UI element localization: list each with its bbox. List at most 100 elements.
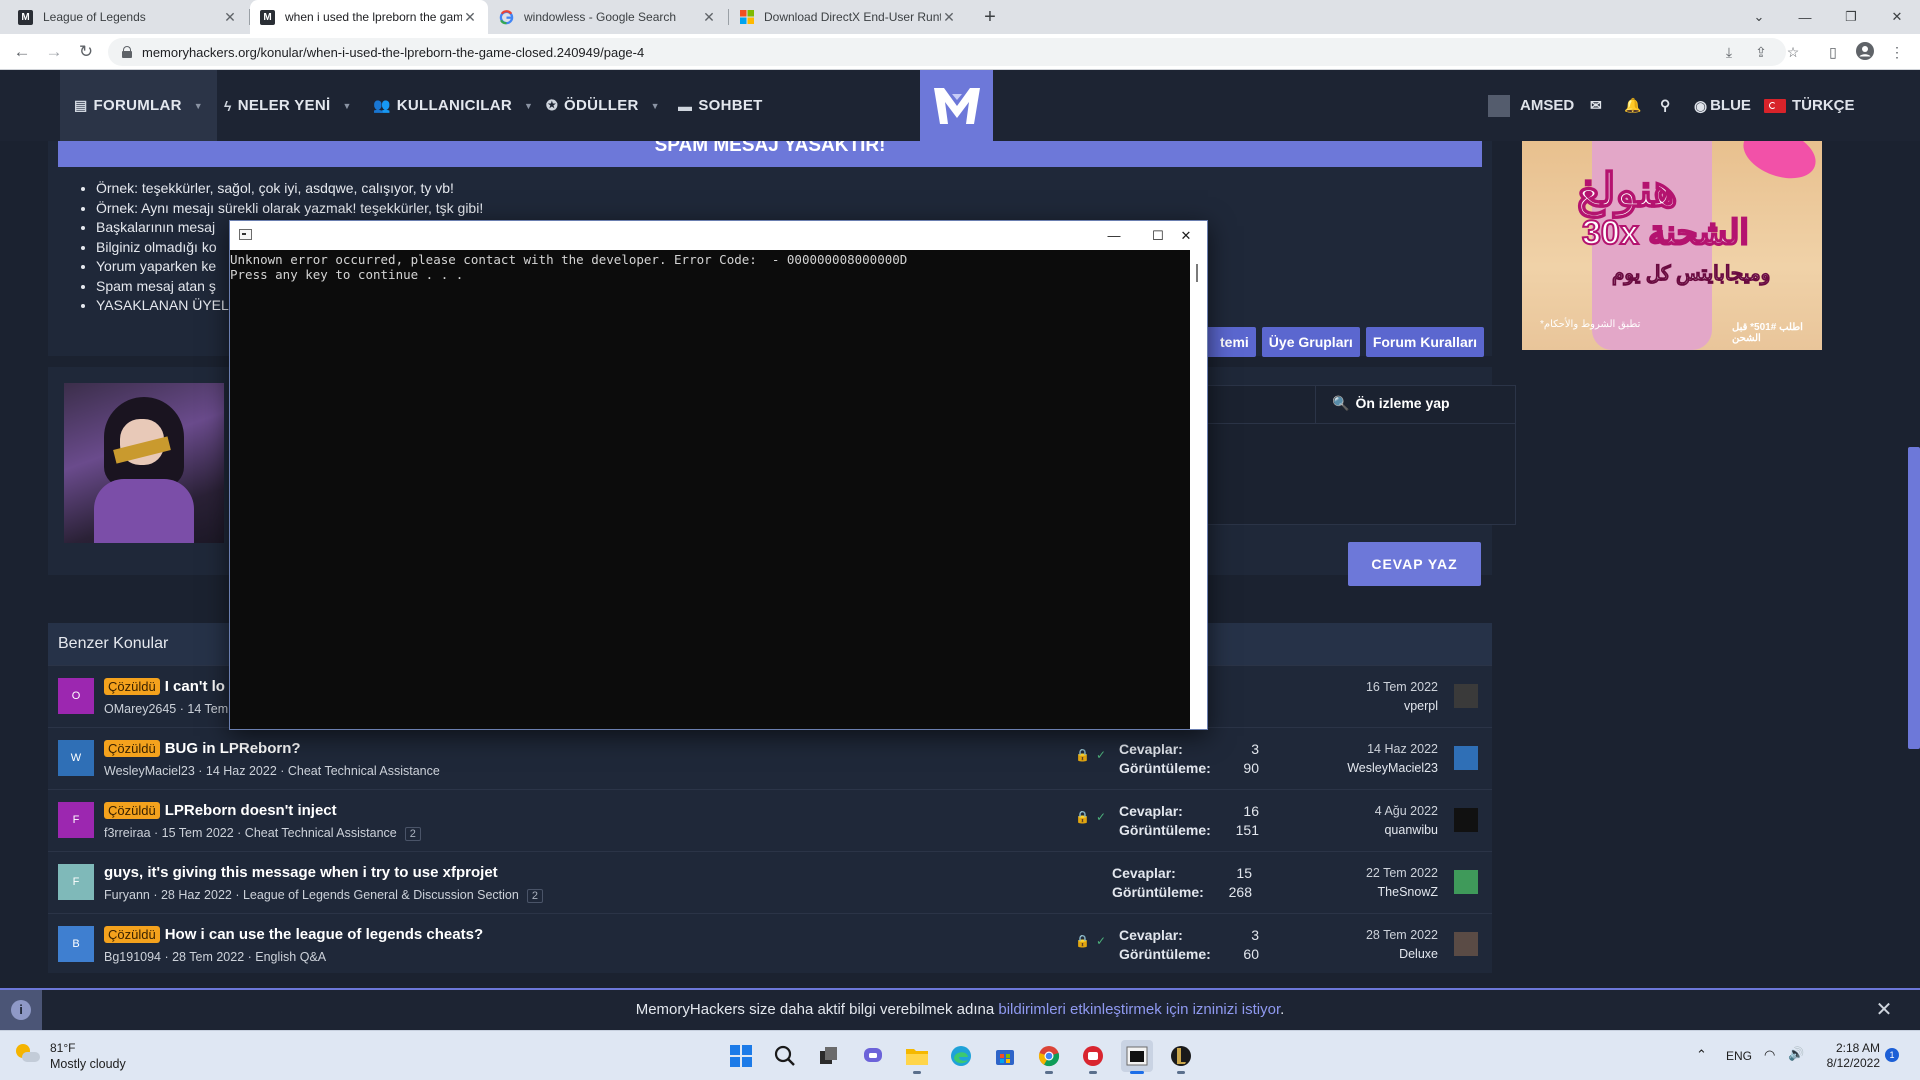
page-jump-button[interactable]: 2 <box>404 827 421 841</box>
last-post-user[interactable]: TheSnowZ <box>1298 883 1438 902</box>
last-post-date[interactable]: 22 Tem 2022 <box>1298 864 1438 883</box>
enable-notifications-link[interactable]: bildirimleri etkinleştirmek için izniniz… <box>998 1001 1280 1018</box>
search-icon[interactable] <box>769 1040 801 1072</box>
chevron-up-icon[interactable]: ⌃ <box>1696 1047 1707 1063</box>
close-window-icon[interactable]: ✕ <box>1164 221 1208 250</box>
thread-title-text[interactable]: guys, it's giving this message when i tr… <box>104 864 498 881</box>
weather-widget[interactable]: 81°F Mostly cloudy <box>14 1041 126 1071</box>
side-panel-icon[interactable]: ▯ <box>1823 42 1843 62</box>
nav-chat[interactable]: ▬ SOHBET <box>678 70 763 141</box>
install-app-icon[interactable]: ⤓ <box>1719 42 1739 62</box>
minimize-icon[interactable]: — <box>1092 221 1136 250</box>
thread-title-text[interactable]: LPReborn doesn't inject <box>165 802 337 819</box>
last-poster-avatar[interactable] <box>1454 808 1478 832</box>
last-post-date[interactable]: 4 Ağu 2022 <box>1298 802 1438 821</box>
tab-search-chevron-icon[interactable]: ⌄ <box>1736 0 1782 34</box>
wifi-icon[interactable]: ◠ <box>1764 1047 1775 1063</box>
last-poster-avatar[interactable] <box>1454 932 1478 956</box>
thread-meta-text[interactable]: WesleyMaciel23 · 14 Haz 2022 · Cheat Tec… <box>104 764 440 778</box>
nav-whats-new[interactable]: ϟ NELER YENİ ▼ <box>224 70 352 141</box>
page-scrollbar-thumb[interactable] <box>1908 447 1920 749</box>
microsoft-store-icon[interactable] <box>989 1040 1021 1072</box>
thread-author-avatar[interactable]: B <box>58 926 94 962</box>
address-bar[interactable]: memoryhackers.org/konular/when-i-used-th… <box>108 38 1786 66</box>
close-tab-icon[interactable]: ✕ <box>462 9 478 26</box>
last-post-user[interactable]: WesleyMaciel23 <box>1298 759 1438 778</box>
new-tab-button[interactable]: + <box>978 5 1002 29</box>
red-app-icon[interactable] <box>1077 1040 1109 1074</box>
thread-row[interactable]: B Çözüldü How i can use the league of lege… <box>48 913 1492 975</box>
style-chooser[interactable]: ◉ BLUE <box>1694 70 1751 141</box>
user-menu[interactable]: AMSED <box>1488 70 1574 141</box>
nav-rewards[interactable]: ✪ ÖDÜLLER ▼ <box>546 70 660 141</box>
back-arrow-icon[interactable]: ← <box>10 40 34 64</box>
thread-row[interactable]: W Çözüldü BUG in LPReborn? WesleyMaciel23 ·… <box>48 727 1492 789</box>
bell-icon[interactable]: 🔔 <box>1624 70 1641 141</box>
close-tab-icon[interactable]: ✕ <box>941 9 957 26</box>
language-chooser[interactable]: TÜRKÇE <box>1764 70 1855 141</box>
start-button[interactable] <box>725 1040 757 1072</box>
file-explorer-icon[interactable] <box>901 1040 933 1074</box>
tab-google-search[interactable]: windowless - Google Search ✕ <box>489 0 727 34</box>
minimize-icon[interactable]: — <box>1782 0 1828 34</box>
last-post-user[interactable]: Deluxe <box>1298 945 1438 964</box>
restore-icon[interactable]: ❐ <box>1828 0 1874 34</box>
close-tab-icon[interactable]: ✕ <box>222 9 238 26</box>
thread-title[interactable]: guys, it's giving this message when i tr… <box>104 864 498 881</box>
input-language[interactable]: ENG <box>1726 1049 1752 1063</box>
volume-icon[interactable]: 🔊 <box>1788 1046 1804 1062</box>
console-app-icon[interactable] <box>1121 1040 1153 1074</box>
thread-meta-text[interactable]: Furyann · 28 Haz 2022 · League of Legend… <box>104 888 519 902</box>
system-button[interactable]: temi <box>1202 327 1256 357</box>
console-title-bar[interactable]: — ☐ ✕ <box>230 221 1207 250</box>
share-icon[interactable]: ⇪ <box>1751 42 1771 62</box>
nav-users[interactable]: 👥 KULLANICILAR ▼ <box>373 70 533 141</box>
thread-title-text[interactable]: I can't lo <box>165 678 225 695</box>
thread-row[interactable]: Fguys, it's giving this message when i t… <box>48 851 1492 913</box>
clock[interactable]: 2:18 AM 8/12/2022 <box>1816 1041 1880 1071</box>
envelope-icon[interactable]: ✉ <box>1590 70 1602 141</box>
thread-row[interactable]: F Çözüldü LPReborn doesn't inject f3rreiraa… <box>48 789 1492 851</box>
console-output[interactable]: Unknown error occurred, please contact w… <box>230 250 1190 729</box>
post-reply-button[interactable]: CEVAP YAZ <box>1348 542 1481 586</box>
last-post-date[interactable]: 14 Haz 2022 <box>1298 740 1438 759</box>
task-view-icon[interactable] <box>813 1040 845 1072</box>
forward-arrow-icon[interactable]: → <box>42 40 66 64</box>
tab-directx-download[interactable]: Download DirectX End-User Runt ✕ <box>729 0 967 34</box>
close-window-icon[interactable]: ✕ <box>1874 0 1920 34</box>
chrome-icon[interactable] <box>1033 1040 1065 1074</box>
thread-title[interactable]: Çözüldü I can't lo <box>104 678 225 695</box>
edge-browser-icon[interactable] <box>945 1040 977 1072</box>
thread-title-text[interactable]: How i can use the league of legends chea… <box>165 926 483 943</box>
site-logo[interactable] <box>920 70 993 141</box>
thread-author-avatar[interactable]: W <box>58 740 94 776</box>
thread-author-avatar[interactable]: F <box>58 802 94 838</box>
reload-icon[interactable]: ↻ <box>74 40 98 64</box>
nav-forums[interactable]: ▤ FORUMLAR ▼ <box>60 70 217 141</box>
thread-title[interactable]: Çözüldü How i can use the league of legen… <box>104 926 483 943</box>
thread-author-avatar[interactable]: O <box>58 678 94 714</box>
last-post-date[interactable]: 16 Tem 2022 <box>1298 678 1438 697</box>
thread-title-text[interactable]: BUG in LPReborn? <box>165 740 301 757</box>
chrome-menu-icon[interactable]: ⋮ <box>1887 42 1907 62</box>
forum-rules-button[interactable]: Forum Kuralları <box>1365 327 1485 357</box>
preview-button[interactable]: 🔍 Ön izleme yap <box>1332 395 1450 412</box>
teams-chat-icon[interactable] <box>857 1040 889 1072</box>
tab-lpreborn-thread[interactable]: M when i used the lpreborn the game ✕ <box>250 0 488 34</box>
console-scrollbar[interactable] <box>1190 250 1207 729</box>
profile-icon[interactable] <box>1855 42 1875 62</box>
last-poster-avatar[interactable] <box>1454 684 1478 708</box>
last-poster-avatar[interactable] <box>1454 870 1478 894</box>
user-groups-button[interactable]: Üye Grupları <box>1261 327 1360 357</box>
thread-meta-text[interactable]: Bg191094 · 28 Tem 2022 · English Q&A <box>104 950 326 964</box>
bookmark-star-icon[interactable]: ☆ <box>1783 42 1803 62</box>
advertisement-banner[interactable]: هنولغ 30x الشحنة وميجابايتس كل يوم *تطبق… <box>1522 141 1822 350</box>
close-notification-icon[interactable]: ✕ <box>1874 990 1894 1030</box>
tab-league-of-legends[interactable]: M League of Legends ✕ <box>8 0 248 34</box>
last-post-user[interactable]: vperpl <box>1298 697 1438 716</box>
last-post-date[interactable]: 28 Tem 2022 <box>1298 926 1438 945</box>
page-jump-button[interactable]: 2 <box>526 889 543 903</box>
last-post-user[interactable]: quanwibu <box>1298 821 1438 840</box>
lock-icon[interactable] <box>122 46 132 58</box>
console-window[interactable]: — ☐ ✕ Unknown error occurred, please con… <box>229 220 1208 730</box>
